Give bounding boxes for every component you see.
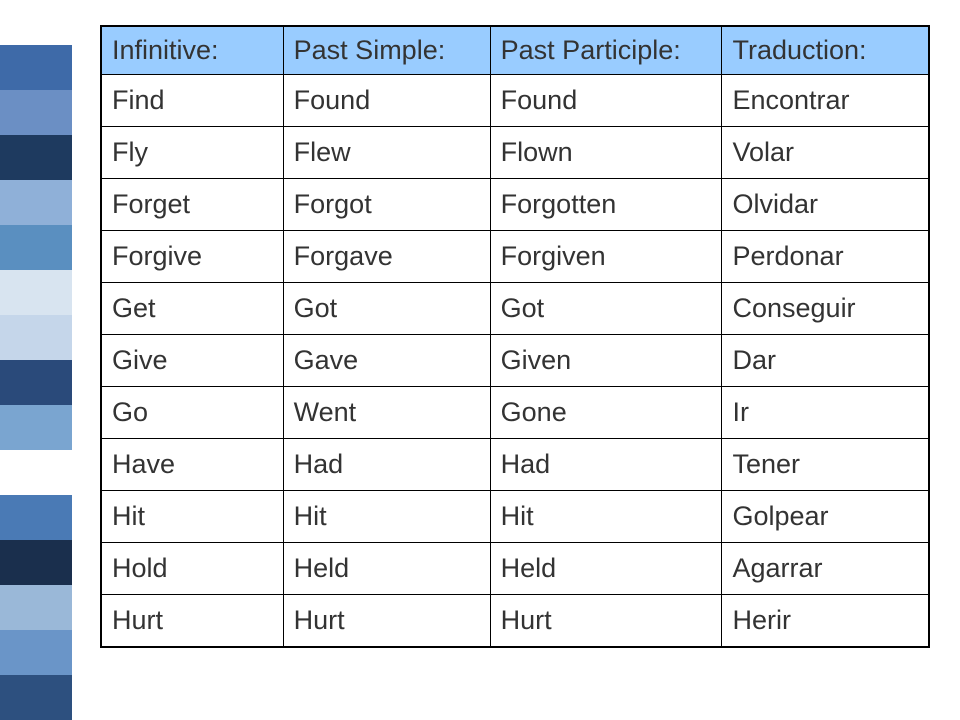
cell-infinitive: Go xyxy=(101,387,283,439)
cell-past-simple: Hurt xyxy=(283,595,490,648)
sidebar-stripe xyxy=(0,0,72,45)
sidebar-stripe xyxy=(0,135,72,180)
cell-past-simple: Held xyxy=(283,543,490,595)
header-past-simple: Past Simple: xyxy=(283,26,490,75)
cell-past-simple: Gave xyxy=(283,335,490,387)
cell-past-simple: Forgot xyxy=(283,179,490,231)
table-row: ForgetForgotForgottenOlvidar xyxy=(101,179,929,231)
cell-infinitive: Forget xyxy=(101,179,283,231)
cell-traduction: Encontrar xyxy=(722,75,929,127)
cell-traduction: Tener xyxy=(722,439,929,491)
cell-past-simple: Got xyxy=(283,283,490,335)
sidebar-stripe xyxy=(0,495,72,540)
cell-past-participle: Hit xyxy=(490,491,722,543)
sidebar-stripe xyxy=(0,675,72,720)
sidebar-stripe xyxy=(0,450,72,495)
cell-past-participle: Given xyxy=(490,335,722,387)
cell-past-participle: Gone xyxy=(490,387,722,439)
cell-infinitive: Find xyxy=(101,75,283,127)
sidebar-stripe xyxy=(0,585,72,630)
sidebar-stripe xyxy=(0,270,72,315)
table-row: HaveHadHadTener xyxy=(101,439,929,491)
cell-past-participle: Flown xyxy=(490,127,722,179)
sidebar-stripe xyxy=(0,360,72,405)
cell-past-participle: Forgiven xyxy=(490,231,722,283)
cell-infinitive: Give xyxy=(101,335,283,387)
cell-traduction: Agarrar xyxy=(722,543,929,595)
cell-past-simple: Flew xyxy=(283,127,490,179)
irregular-verbs-table: Infinitive: Past Simple: Past Participle… xyxy=(100,25,930,648)
cell-infinitive: Fly xyxy=(101,127,283,179)
cell-past-participle: Had xyxy=(490,439,722,491)
table-row: GoWentGoneIr xyxy=(101,387,929,439)
table-row: GetGotGotConseguir xyxy=(101,283,929,335)
decorative-sidebar xyxy=(0,0,72,720)
sidebar-stripe xyxy=(0,315,72,360)
table-row: GiveGaveGivenDar xyxy=(101,335,929,387)
table-row: FlyFlewFlownVolar xyxy=(101,127,929,179)
cell-past-participle: Got xyxy=(490,283,722,335)
sidebar-stripe xyxy=(0,540,72,585)
table-row: HitHitHitGolpear xyxy=(101,491,929,543)
cell-traduction: Golpear xyxy=(722,491,929,543)
header-infinitive: Infinitive: xyxy=(101,26,283,75)
cell-infinitive: Hurt xyxy=(101,595,283,648)
table-row: HurtHurtHurtHerir xyxy=(101,595,929,648)
cell-traduction: Ir xyxy=(722,387,929,439)
cell-past-participle: Forgotten xyxy=(490,179,722,231)
cell-past-participle: Found xyxy=(490,75,722,127)
table-row: HoldHeldHeldAgarrar xyxy=(101,543,929,595)
cell-traduction: Olvidar xyxy=(722,179,929,231)
cell-past-simple: Found xyxy=(283,75,490,127)
table-row: ForgiveForgaveForgivenPerdonar xyxy=(101,231,929,283)
cell-past-simple: Had xyxy=(283,439,490,491)
header-past-participle: Past Participle: xyxy=(490,26,722,75)
main-content: Infinitive: Past Simple: Past Participle… xyxy=(72,0,960,720)
cell-past-simple: Hit xyxy=(283,491,490,543)
cell-traduction: Conseguir xyxy=(722,283,929,335)
sidebar-stripe xyxy=(0,90,72,135)
cell-traduction: Perdonar xyxy=(722,231,929,283)
table-row: FindFoundFoundEncontrar xyxy=(101,75,929,127)
cell-infinitive: Have xyxy=(101,439,283,491)
sidebar-stripe xyxy=(0,630,72,675)
cell-infinitive: Hit xyxy=(101,491,283,543)
cell-past-participle: Hurt xyxy=(490,595,722,648)
sidebar-stripe xyxy=(0,180,72,225)
cell-traduction: Volar xyxy=(722,127,929,179)
cell-past-simple: Forgave xyxy=(283,231,490,283)
sidebar-stripe xyxy=(0,225,72,270)
cell-traduction: Dar xyxy=(722,335,929,387)
cell-past-participle: Held xyxy=(490,543,722,595)
sidebar-stripe xyxy=(0,45,72,90)
cell-infinitive: Forgive xyxy=(101,231,283,283)
cell-past-simple: Went xyxy=(283,387,490,439)
cell-infinitive: Hold xyxy=(101,543,283,595)
sidebar-stripe xyxy=(0,405,72,450)
cell-traduction: Herir xyxy=(722,595,929,648)
cell-infinitive: Get xyxy=(101,283,283,335)
header-traduction: Traduction: xyxy=(722,26,929,75)
table-header-row: Infinitive: Past Simple: Past Participle… xyxy=(101,26,929,75)
table-body: FindFoundFoundEncontrarFlyFlewFlownVolar… xyxy=(101,75,929,648)
